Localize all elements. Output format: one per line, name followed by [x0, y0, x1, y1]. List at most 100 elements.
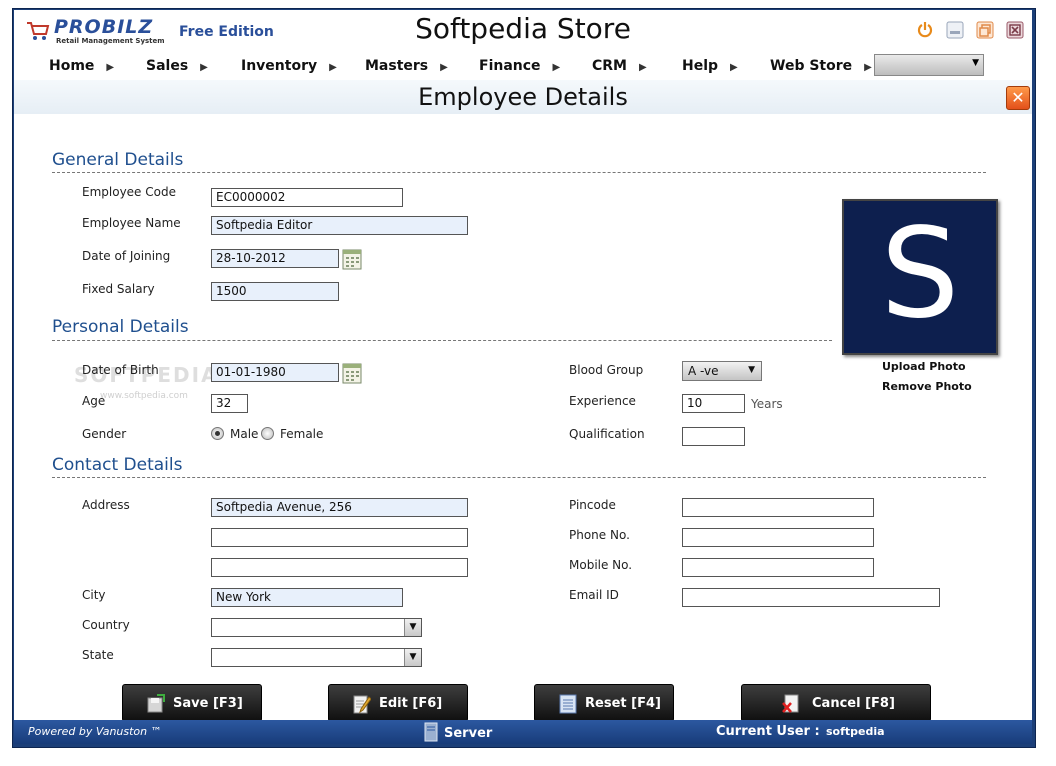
close-icon: ✕: [1011, 88, 1025, 107]
reset-icon: [559, 694, 577, 714]
section-divider: [52, 172, 986, 173]
employee-code-input[interactable]: EC0000002: [211, 188, 403, 207]
section-contact-details: Contact Details: [52, 455, 183, 475]
menu-arrow-icon: ▶: [552, 62, 561, 73]
dropdown-arrow-icon: ▼: [972, 58, 979, 68]
address-label: Address: [82, 498, 130, 512]
menu-finance[interactable]: Finance ▶: [479, 58, 560, 74]
edit-button[interactable]: Edit [F6]: [328, 684, 468, 722]
menu-help[interactable]: Help ▶: [682, 58, 738, 74]
status-bar: Powered by Vanuston ™ Server Current Use…: [14, 720, 1032, 744]
phone-label: Phone No.: [569, 528, 630, 542]
mobile-input[interactable]: [682, 558, 874, 577]
menu-inventory-label: Inventory: [241, 58, 318, 74]
blood-group-label: Blood Group: [569, 363, 644, 377]
email-input[interactable]: [682, 588, 940, 607]
reset-button[interactable]: Reset [F4]: [534, 684, 674, 722]
menu-arrow-icon: ▶: [639, 62, 647, 73]
state-select[interactable]: ▼: [211, 648, 422, 667]
experience-input[interactable]: 10: [682, 394, 745, 413]
section-personal-details: Personal Details: [52, 317, 189, 337]
server-icon: [424, 722, 438, 742]
menu-sales[interactable]: Sales ▶: [146, 58, 208, 74]
server-label: Server: [444, 726, 493, 741]
blood-group-select[interactable]: A -ve ▼: [682, 361, 762, 381]
menu-dropdown[interactable]: ▼: [874, 54, 984, 76]
city-input[interactable]: New York: [211, 588, 403, 607]
calendar-icon[interactable]: [342, 248, 362, 270]
dob-label: Date of Birth: [82, 363, 159, 377]
menu-arrow-icon: ▶: [329, 62, 337, 73]
city-label: City: [82, 588, 106, 602]
state-label: State: [82, 648, 114, 662]
dropdown-arrow-icon: ▼: [404, 649, 421, 666]
qualification-input[interactable]: [682, 427, 745, 446]
address-line2-input[interactable]: [211, 528, 468, 547]
employee-code-label: Employee Code: [82, 185, 176, 199]
save-button-label: Save [F3]: [173, 696, 243, 711]
main-menu-bar: Home ▶ Sales ▶ Inventory ▶ Masters ▶ Finance…: [14, 50, 1032, 81]
power-icon[interactable]: [916, 21, 934, 39]
menu-web-store-label: Web Store: [770, 58, 853, 74]
country-select[interactable]: ▼: [211, 618, 422, 637]
experience-label: Experience: [569, 394, 636, 408]
employee-name-label: Employee Name: [82, 216, 181, 230]
address-line1-input[interactable]: Softpedia Avenue, 256: [211, 498, 468, 517]
close-window-icon[interactable]: [1006, 21, 1024, 39]
current-user-value: softpedia: [826, 725, 885, 738]
gender-male-radio[interactable]: [211, 427, 224, 440]
cancel-button[interactable]: Cancel [F8]: [741, 684, 931, 722]
close-panel-button[interactable]: ✕: [1006, 86, 1030, 110]
pincode-input[interactable]: [682, 498, 874, 517]
store-title: Softpedia Store: [415, 12, 631, 45]
section-general-details: General Details: [52, 150, 184, 170]
menu-web-store[interactable]: Web Store ▶: [770, 58, 872, 74]
country-label: Country: [82, 618, 130, 632]
menu-inventory[interactable]: Inventory ▶: [241, 58, 337, 74]
title-bar: PROBILZ Retail Management System Free Ed…: [14, 10, 1032, 50]
age-input[interactable]: 32: [211, 394, 248, 413]
minimize-icon[interactable]: [946, 21, 964, 39]
menu-crm-label: CRM: [592, 58, 627, 74]
date-of-joining-input[interactable]: 28-10-2012: [211, 249, 339, 268]
menu-crm[interactable]: CRM ▶: [592, 58, 647, 74]
qualification-label: Qualification: [569, 427, 645, 441]
menu-arrow-icon: ▶: [730, 62, 738, 73]
phone-input[interactable]: [682, 528, 874, 547]
fixed-salary-input[interactable]: 1500: [211, 282, 339, 301]
cancel-icon: [782, 694, 799, 713]
save-button[interactable]: Save [F3]: [122, 684, 262, 722]
email-label: Email ID: [569, 588, 619, 602]
edit-icon: [353, 695, 371, 714]
gender-label: Gender: [82, 427, 127, 441]
dropdown-arrow-icon: ▼: [404, 619, 421, 636]
menu-arrow-icon: ▶: [440, 62, 448, 73]
address-line3-input[interactable]: [211, 558, 468, 577]
employee-photo: S: [842, 199, 998, 355]
mobile-label: Mobile No.: [569, 558, 633, 572]
experience-unit: Years: [751, 397, 783, 411]
watermark-url: www.softpedia.com: [100, 391, 188, 401]
photo-letter: S: [880, 202, 960, 346]
gender-female-label: Female: [280, 427, 324, 441]
employee-name-input[interactable]: Softpedia Editor: [211, 216, 468, 235]
menu-home[interactable]: Home ▶: [49, 58, 114, 74]
age-label: Age: [82, 394, 106, 408]
remove-photo-link[interactable]: Remove Photo: [882, 380, 972, 393]
menu-arrow-icon: ▶: [106, 62, 115, 73]
menu-arrow-icon: ▶: [200, 62, 208, 73]
reset-button-label: Reset [F4]: [585, 696, 661, 711]
menu-help-label: Help: [682, 58, 719, 74]
upload-photo-link[interactable]: Upload Photo: [882, 360, 966, 373]
menu-finance-label: Finance: [479, 58, 541, 74]
gender-female-radio[interactable]: [261, 427, 274, 440]
restore-icon[interactable]: [976, 21, 994, 39]
save-icon: [147, 694, 165, 713]
dropdown-arrow-icon: ▼: [748, 365, 755, 375]
menu-arrow-icon: ▶: [864, 62, 872, 73]
dob-input[interactable]: 01-01-1980: [211, 363, 339, 382]
calendar-icon[interactable]: [342, 362, 362, 384]
page-header-band: Employee Details: [14, 80, 1032, 114]
menu-masters[interactable]: Masters ▶: [365, 58, 448, 74]
section-divider: [52, 477, 986, 478]
